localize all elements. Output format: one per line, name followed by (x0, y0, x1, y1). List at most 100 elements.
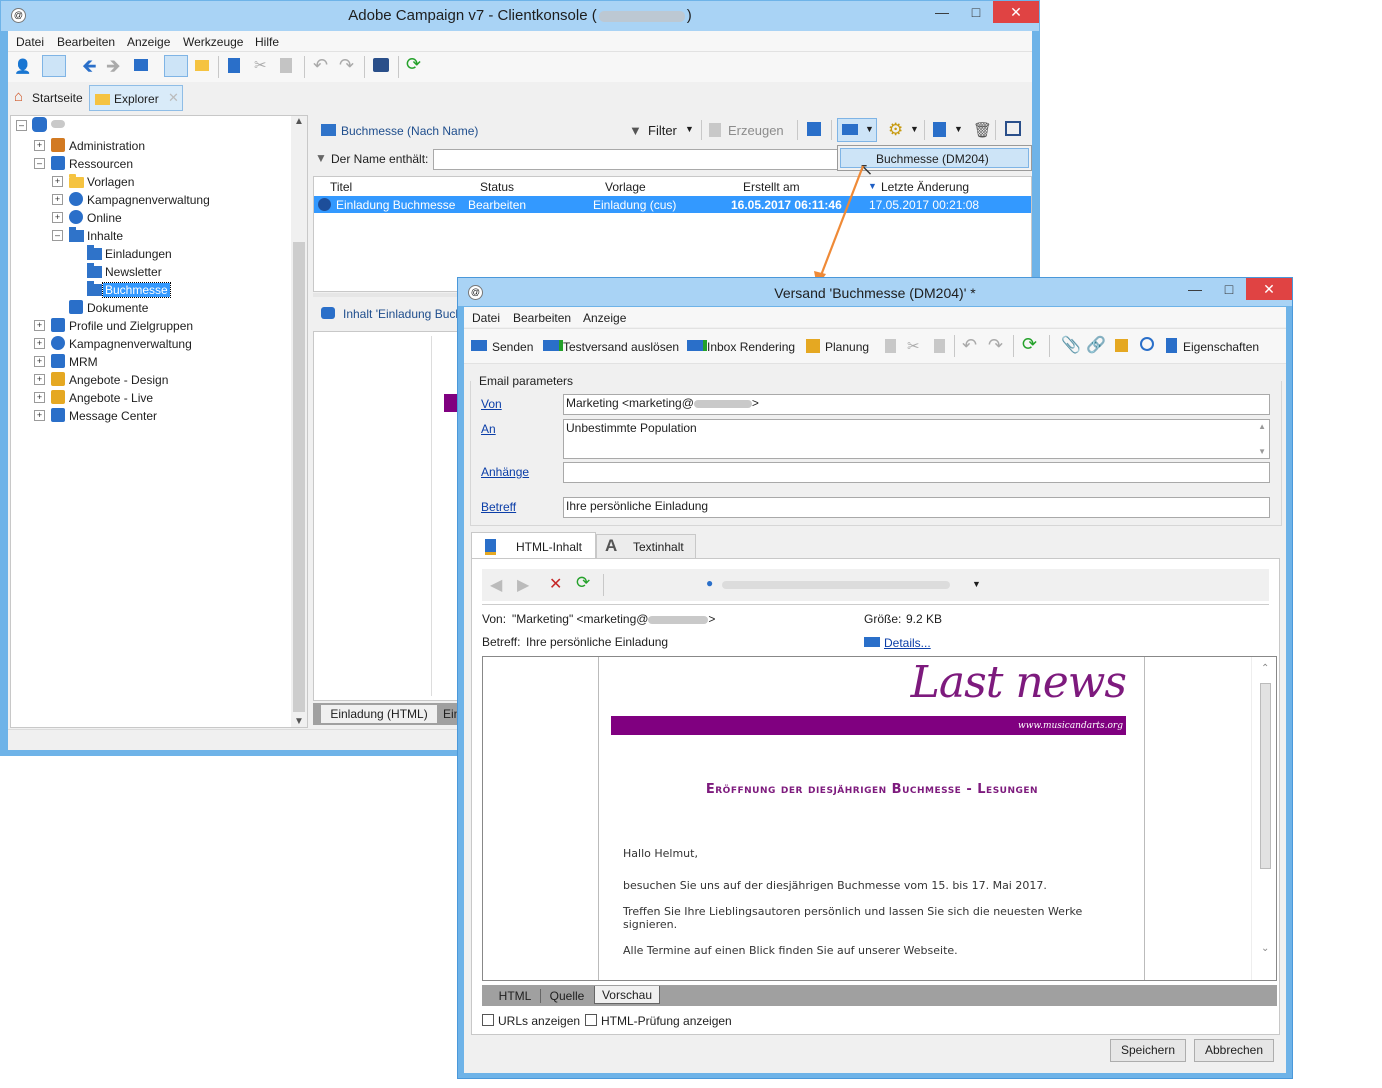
collapse-node-icon[interactable]: – (34, 158, 45, 169)
cut-icon[interactable]: ✂ (254, 56, 267, 74)
expand-node-icon[interactable]: + (34, 140, 45, 151)
tree-item-kampagnenverwaltung[interactable]: Kampagnenverwaltung (87, 193, 210, 207)
delivery-maximize-button[interactable]: □ (1212, 278, 1246, 300)
tree-item-profile-und-zielgruppen[interactable]: Profile und Zielgruppen (69, 319, 193, 333)
actions-icon[interactable] (933, 122, 946, 137)
expand-node-icon[interactable]: + (34, 320, 45, 331)
expand-node-icon[interactable]: + (52, 176, 63, 187)
explorer-view-icon[interactable] (42, 55, 66, 77)
edit-icon[interactable] (807, 122, 821, 136)
tree-item-angebote-live[interactable]: Angebote - Live (69, 391, 153, 405)
back-arrow-icon[interactable]: 🡸 (82, 57, 97, 75)
tree-item-vorlagen[interactable]: Vorlagen (87, 175, 134, 189)
tree-item-inhalte[interactable]: Inhalte (87, 229, 123, 243)
filter-icon[interactable]: ▼ (629, 123, 642, 138)
send-button[interactable]: Senden (492, 340, 533, 354)
schedule-button[interactable]: Planung (825, 340, 869, 354)
collapse-root-icon[interactable]: – (16, 120, 27, 131)
redo-icon[interactable]: ↷ (988, 335, 1003, 356)
attachment-icon[interactable]: 📎 (1061, 335, 1081, 355)
refresh-icon[interactable]: ⟳ (1022, 334, 1037, 355)
to-scroll-down-icon[interactable]: ▼ (1258, 447, 1266, 456)
subject-field[interactable]: Ihre persönliche Einladung (563, 497, 1270, 518)
name-filter-input[interactable] (433, 149, 838, 170)
scroll-down-arrow-icon[interactable]: ▼ (294, 716, 304, 727)
delivery-menu-bearbeiten[interactable]: Bearbeiten (513, 311, 571, 325)
delivery-close-button[interactable]: ✕ (1246, 278, 1292, 300)
tree-item-kampagnenverwaltung[interactable]: Kampagnenverwaltung (69, 337, 192, 351)
delivery-minimize-button[interactable]: — (1178, 278, 1212, 300)
test-profile-dropdown-icon[interactable]: ▼ (972, 579, 981, 589)
minimize-button[interactable]: — (925, 1, 959, 23)
tracking-icon[interactable] (1140, 337, 1154, 351)
expand-node-icon[interactable]: + (34, 392, 45, 403)
menu-datei[interactable]: Datei (16, 35, 44, 49)
preview-scroll-thumb[interactable] (1260, 683, 1271, 869)
paste-icon[interactable] (280, 58, 292, 73)
scroll-thumb[interactable] (293, 242, 305, 712)
open-folder-icon[interactable] (195, 60, 209, 71)
tree-item-message-center[interactable]: Message Center (69, 409, 157, 423)
paste-icon[interactable] (934, 339, 945, 353)
tab-explorer[interactable]: Explorer ✕ (89, 85, 183, 111)
from-field[interactable]: Marketing <marketing@ > (563, 394, 1270, 415)
tree-item-ressourcen[interactable]: Ressourcen (69, 157, 133, 171)
to-link[interactable]: An (481, 422, 496, 436)
expand-node-icon[interactable]: + (34, 374, 45, 385)
workflow-dropdown-icon[interactable]: ▼ (910, 124, 919, 134)
preview-back-icon[interactable]: ◀ (490, 575, 502, 595)
view-tab-html[interactable]: HTML (490, 987, 540, 1005)
expand-node-icon[interactable]: + (34, 338, 45, 349)
print-icon[interactable] (373, 58, 389, 72)
close-button[interactable]: ✕ (993, 1, 1039, 23)
menu-werkzeuge[interactable]: Werkzeuge (183, 35, 243, 49)
tree-item-newsletter[interactable]: Newsletter (105, 265, 162, 279)
preview-forward-icon[interactable]: ▶ (517, 575, 529, 595)
tree-item-dokumente[interactable]: Dokumente (87, 301, 148, 315)
expand-node-icon[interactable]: + (52, 194, 63, 205)
preview-refresh-icon[interactable]: ⟳ (576, 573, 590, 593)
find-icon[interactable] (164, 55, 188, 77)
expand-node-icon[interactable]: + (34, 356, 45, 367)
preview-scroll-up-icon[interactable]: ⌃ (1261, 663, 1269, 674)
email-preview-scrollbar[interactable]: ⌃ ⌄ (1257, 657, 1275, 980)
proof-button[interactable]: Testversand auslösen (563, 340, 679, 354)
expand-node-icon[interactable]: + (34, 410, 45, 421)
menu-anzeige[interactable]: Anzeige (127, 35, 170, 49)
tree-item-angebote-design[interactable]: Angebote - Design (69, 373, 168, 387)
undo-icon[interactable]: ↶ (313, 55, 328, 76)
offer-gift-icon[interactable] (1115, 339, 1128, 352)
tree-item-buchmesse[interactable]: Buchmesse (102, 282, 171, 298)
column-header-letzte-aenderung[interactable]: Letzte Änderung (881, 180, 969, 194)
forward-arrow-icon[interactable]: 🡺 (106, 57, 121, 75)
copy-icon[interactable] (885, 339, 896, 353)
scroll-up-arrow-icon[interactable]: ▲ (294, 116, 304, 127)
redo-icon[interactable]: ↷ (339, 55, 354, 76)
tree-item-administration[interactable]: Administration (69, 139, 145, 153)
tab-einladung-html[interactable]: Einladung (HTML) (321, 705, 437, 723)
show-html-check-checkbox[interactable] (585, 1014, 597, 1026)
delivery-menu-datei[interactable]: Datei (472, 311, 500, 325)
column-header-vorlage[interactable]: Vorlage (605, 180, 646, 194)
content-tab-text[interactable]: A Textinhalt (596, 534, 696, 559)
column-header-status[interactable]: Status (480, 180, 514, 194)
create-icon[interactable] (709, 123, 721, 137)
tab-startseite[interactable]: Startseite (32, 91, 83, 105)
view-tab-preview[interactable]: Vorschau (594, 986, 660, 1004)
tree-scrollbar[interactable]: ▲ ▼ (291, 116, 307, 727)
properties-button[interactable]: Eigenschaften (1183, 340, 1259, 354)
menu-hilfe[interactable]: Hilfe (255, 35, 279, 49)
link-icon[interactable]: 🔗 (1086, 335, 1106, 355)
fullscreen-icon[interactable] (1005, 121, 1021, 136)
save-button[interactable]: Speichern (1110, 1039, 1186, 1062)
preview-scroll-down-icon[interactable]: ⌄ (1261, 943, 1269, 954)
close-tab-icon[interactable]: ✕ (168, 90, 179, 106)
delivery-titlebar[interactable]: @ Versand 'Buchmesse (DM204)' * — □ ✕ (458, 278, 1292, 306)
delivery-menu-anzeige[interactable]: Anzeige (583, 311, 626, 325)
undo-icon[interactable]: ↶ (962, 335, 977, 356)
inbox-rendering-button[interactable]: Inbox Rendering (707, 340, 795, 354)
workflow-gear-icon[interactable]: ⚙ (888, 120, 903, 140)
table-row[interactable]: Einladung Buchmesse Bearbeiten Einladung… (314, 196, 1031, 213)
refresh-icon[interactable]: ⟳ (406, 54, 421, 75)
details-link[interactable]: Details... (884, 636, 931, 650)
